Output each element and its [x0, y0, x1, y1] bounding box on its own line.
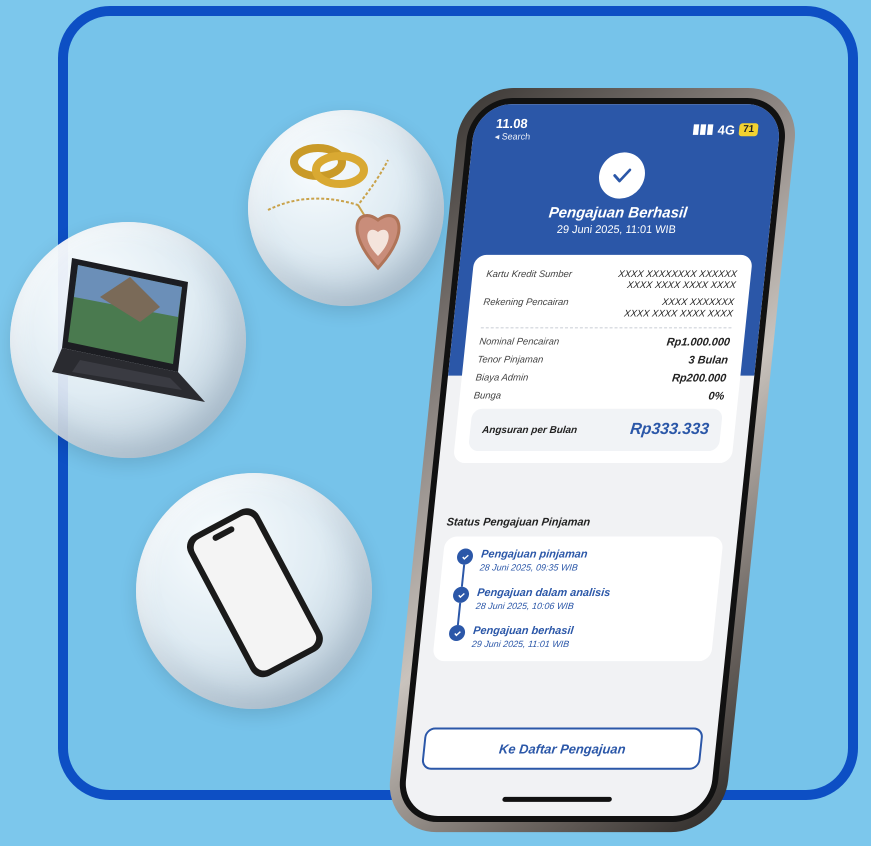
- smartphone-bubble: [136, 473, 372, 709]
- status-timeline: Pengajuan pinjaman 28 Juni 2025, 09:35 W…: [432, 536, 724, 662]
- status-heading: Status Pengajuan Pinjaman: [446, 516, 591, 529]
- status-bar: 11.08 ◂ Search ▮▮▮ 4G 71: [472, 104, 782, 142]
- timeline-date: 28 Juni 2025, 09:35 WIB: [479, 562, 579, 573]
- phone-screen: 11.08 ◂ Search ▮▮▮ 4G 71 Pengajuan Berha…: [395, 98, 790, 823]
- laptop-icon: [52, 258, 205, 402]
- go-to-applications-button[interactable]: Ke Daftar Pengajuan: [420, 727, 704, 770]
- check-icon: [452, 586, 470, 603]
- interest-row: Bunga 0%: [473, 391, 725, 403]
- installment-value: Rp333.333: [629, 420, 710, 438]
- disbursement-account-value-1: XXXX XXXXXXX: [661, 297, 735, 309]
- check-icon: [448, 624, 466, 642]
- disbursement-account-value-2: XXXX XXXX XXXX XXXX: [623, 308, 734, 320]
- source-card-label: Kartu Kredit Sumber: [485, 268, 573, 281]
- timeline-title: Pengajuan pinjaman: [480, 548, 589, 561]
- phone-body: 11.08 ◂ Search ▮▮▮ 4G 71 Pengajuan Berha…: [384, 88, 801, 833]
- timeline-item: Pengajuan dalam analisis 28 Juni 2025, 1…: [450, 586, 705, 625]
- disbursement-account-label: Rekening Pencairan: [482, 297, 570, 309]
- nominal-label: Nominal Pencairan: [478, 336, 560, 348]
- admin-fee-value: Rp200.000: [671, 372, 727, 385]
- loan-detail-card: Kartu Kredit Sumber XXXX XXXXXXXX XXXXXX…: [452, 254, 753, 464]
- source-card-row: Kartu Kredit Sumber XXXX XXXXXXXX XXXXXX…: [485, 269, 738, 291]
- timeline-date: 28 Juni 2025, 10:06 WIB: [475, 600, 575, 611]
- disbursement-account-row: Rekening Pencairan XXXX XXXXXXX XXXX XXX…: [482, 297, 735, 319]
- timeline-connector: [456, 602, 462, 625]
- divider: [480, 327, 732, 329]
- tenor-row: Tenor Pinjaman 3 Bulan: [477, 354, 729, 366]
- admin-fee-label: Biaya Admin: [475, 372, 529, 384]
- app-screen: 11.08 ◂ Search ▮▮▮ 4G 71 Pengajuan Berha…: [402, 104, 783, 816]
- timeline-title: Pengajuan dalam analisis: [476, 586, 611, 599]
- success-date: 29 Juni 2025, 11:01 WIB: [556, 223, 677, 236]
- source-card-value-2: XXXX XXXX XXXX XXXX: [626, 280, 737, 292]
- battery-icon: 71: [738, 122, 759, 136]
- smartphone-icon: [186, 508, 323, 678]
- loan-status-section: Status Pengajuan Pinjaman Pengajuan pinj…: [432, 516, 726, 662]
- interest-label: Bunga: [473, 390, 502, 402]
- signal-icon: ▮▮▮: [691, 121, 715, 137]
- checkmark-icon: [596, 152, 648, 199]
- page-title: Pengajuan Berhasil: [547, 204, 689, 222]
- timeline-connector: [460, 564, 466, 587]
- home-indicator[interactable]: [502, 796, 613, 802]
- installment-label: Angsuran per Bulan: [481, 424, 578, 436]
- interest-value: 0%: [707, 390, 725, 403]
- timeline-item: Pengajuan pinjaman 28 Juni 2025, 09:35 W…: [454, 548, 709, 587]
- laptop-bubble: [10, 222, 246, 458]
- nominal-value: Rp1.000.000: [666, 336, 731, 349]
- source-card-value-1: XXXX XXXXXXXX XXXXXX: [617, 268, 738, 281]
- back-to-search-link[interactable]: ◂ Search: [494, 131, 530, 142]
- admin-fee-row: Biaya Admin Rp200.000: [475, 373, 727, 385]
- timeline-item: Pengajuan berhasil 29 Juni 2025, 11:01 W…: [447, 624, 700, 650]
- phone-mockup: 11.08 ◂ Search ▮▮▮ 4G 71 Pengajuan Berha…: [384, 58, 852, 846]
- check-icon: [456, 548, 474, 565]
- timeline-title: Pengajuan berhasil: [472, 624, 575, 638]
- installment-box: Angsuran per Bulan Rp333.333: [468, 408, 724, 451]
- nominal-row: Nominal Pencairan Rp1.000.000: [479, 336, 731, 348]
- tenor-value: 3 Bulan: [687, 354, 729, 367]
- network-type: 4G: [717, 121, 736, 137]
- tenor-label: Tenor Pinjaman: [476, 354, 544, 366]
- timeline-date: 29 Juni 2025, 11:01 WIB: [471, 639, 570, 650]
- status-time: 11.08: [495, 116, 529, 132]
